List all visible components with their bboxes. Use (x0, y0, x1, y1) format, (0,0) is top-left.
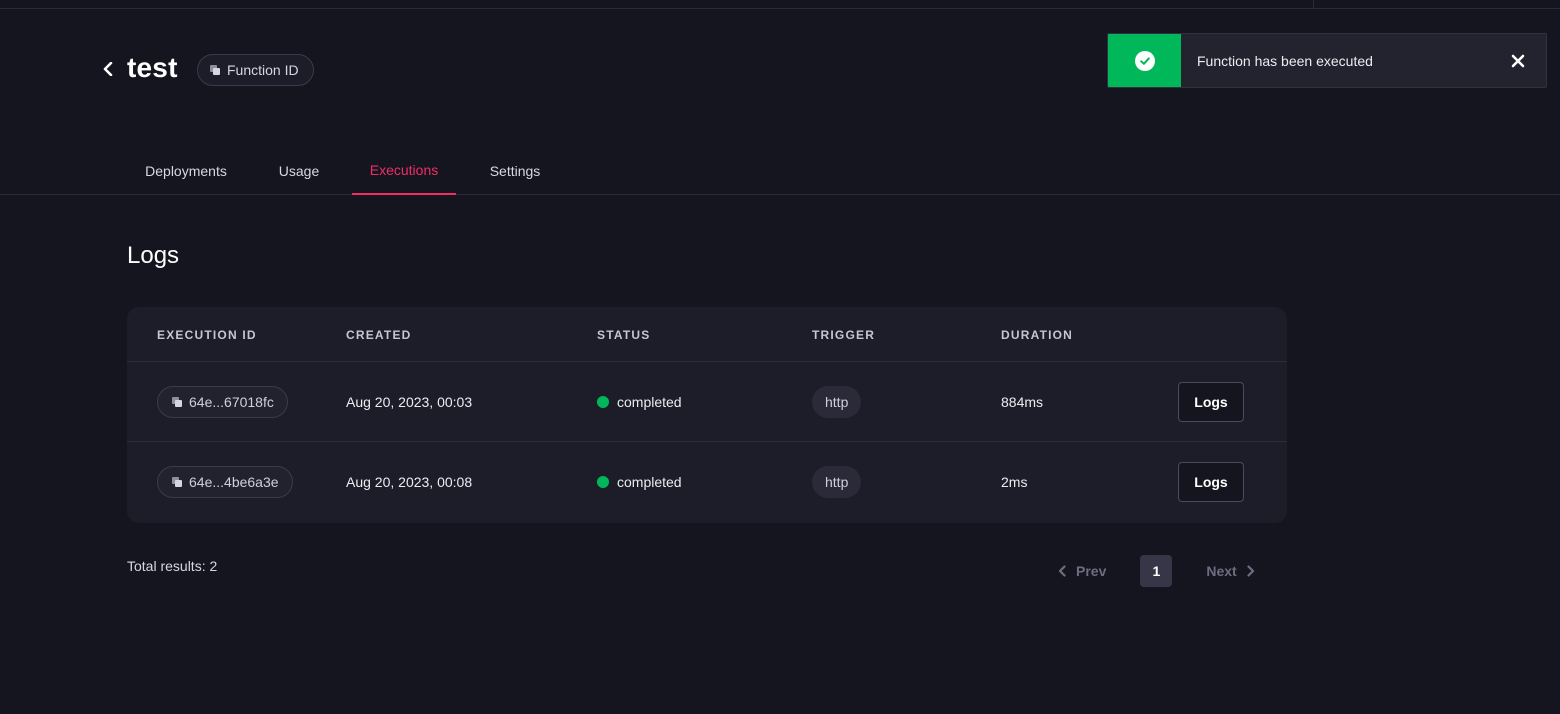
back-button[interactable] (100, 60, 116, 78)
execution-id-value: 64e...4be6a3e (189, 474, 279, 490)
total-results: Total results: 2 (127, 558, 218, 574)
pagination: Prev 1 Next (1058, 555, 1255, 587)
tab-deployments[interactable]: Deployments (127, 147, 245, 194)
execution-id-cell: 64e...67018fc (157, 362, 288, 442)
duration-cell: 2ms (1001, 474, 1028, 490)
action-cell: Logs (1178, 362, 1244, 442)
duration-cell: 884ms (1001, 394, 1044, 410)
status-dot-icon (597, 476, 609, 488)
toast-status-badge (1108, 34, 1181, 87)
execution-id-copy-button[interactable]: 64e...67018fc (157, 386, 288, 418)
status-cell: completed (597, 442, 682, 522)
trigger-badge: http (812, 466, 862, 498)
copy-icon (210, 64, 221, 76)
chevron-left-icon (1058, 565, 1066, 577)
top-bar-separator (1313, 0, 1314, 9)
section-title: Logs (127, 242, 180, 269)
logs-button[interactable]: Logs (1178, 462, 1244, 502)
execution-id-value: 64e...67018fc (189, 394, 274, 410)
chevron-left-icon (103, 62, 113, 76)
tab-executions[interactable]: Executions (352, 147, 456, 195)
column-header-execution-id: EXECUTION ID (157, 328, 257, 342)
toast-close-button[interactable] (1490, 34, 1546, 87)
table-row: 64e...4be6a3e Aug 20, 2023, 00:08 comple… (127, 442, 1287, 522)
status-dot-icon (597, 396, 609, 408)
prev-label: Prev (1076, 563, 1107, 579)
status-value: completed (617, 394, 682, 410)
column-header-created: CREATED (346, 328, 412, 342)
trigger-cell: http (812, 362, 862, 442)
created-cell: Aug 20, 2023, 00:08 (346, 474, 473, 490)
trigger-badge: http (812, 386, 862, 418)
next-label: Next (1206, 563, 1237, 579)
execution-id-copy-button[interactable]: 64e...4be6a3e (157, 466, 293, 498)
top-bar-divider (0, 0, 1560, 9)
column-header-trigger: TRIGGER (812, 328, 876, 342)
created-cell: Aug 20, 2023, 00:03 (346, 394, 473, 410)
toast-message: Function has been executed (1197, 52, 1373, 69)
tab-settings[interactable]: Settings (472, 147, 558, 194)
logs-button[interactable]: Logs (1178, 382, 1244, 422)
close-icon (1511, 54, 1525, 67)
executions-table: EXECUTION ID CREATED STATUS TRIGGER DURA… (127, 307, 1287, 523)
trigger-cell: http (812, 442, 862, 522)
action-cell: Logs (1178, 442, 1244, 522)
status-cell: completed (597, 362, 682, 442)
success-toast: Function has been executed (1107, 33, 1547, 88)
status-value: completed (617, 474, 682, 490)
table-row: 64e...67018fc Aug 20, 2023, 00:03 comple… (127, 362, 1287, 442)
function-id-copy-button[interactable]: Function ID (197, 54, 314, 86)
check-circle-icon (1134, 50, 1155, 71)
function-executions-page: test Function ID Function has been execu… (0, 0, 1560, 714)
copy-icon (172, 476, 183, 488)
pagination-page-button[interactable]: 1 (1140, 555, 1173, 587)
pagination-prev-button[interactable]: Prev (1058, 563, 1106, 579)
copy-icon (172, 396, 183, 408)
tab-bar: Deployments Usage Executions Settings (0, 147, 1560, 195)
table-header: EXECUTION ID CREATED STATUS TRIGGER DURA… (127, 307, 1287, 362)
column-header-status: STATUS (597, 328, 651, 342)
chevron-right-icon (1247, 565, 1254, 577)
page-title: test (127, 52, 178, 83)
function-id-label: Function ID (227, 62, 299, 78)
column-header-duration: DURATION (1001, 328, 1074, 342)
pagination-next-button[interactable]: Next (1206, 563, 1254, 579)
tab-usage[interactable]: Usage (262, 147, 336, 194)
execution-id-cell: 64e...4be6a3e (157, 442, 293, 522)
